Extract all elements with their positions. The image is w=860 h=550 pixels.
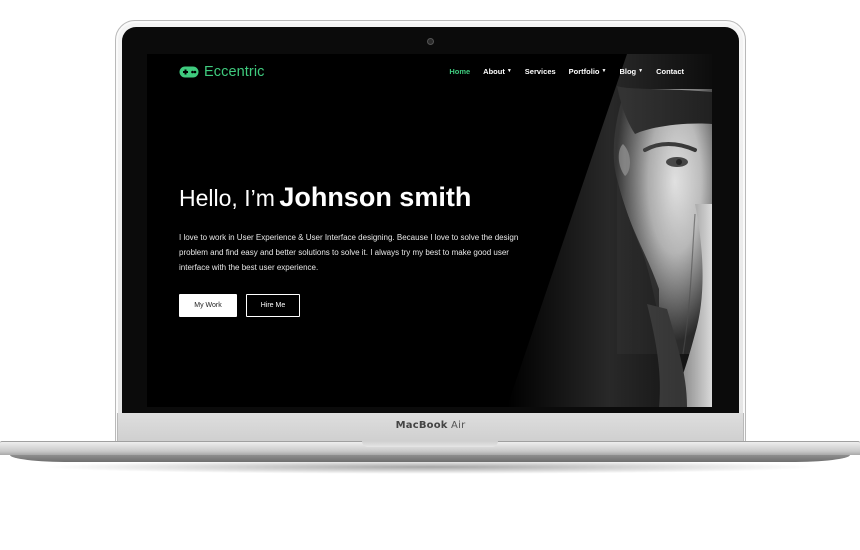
- nav-label: Contact: [656, 67, 684, 76]
- caret-down-icon: ▼: [638, 68, 644, 74]
- hire-me-button[interactable]: Hire Me: [246, 294, 300, 317]
- nav-item-contact[interactable]: Contact: [656, 67, 684, 76]
- nav-label: Blog: [619, 67, 637, 76]
- nav-item-portfolio[interactable]: Portfolio ▼: [569, 67, 607, 76]
- navbar: Eccentric Home About ▼ Services Portfoli…: [147, 54, 712, 90]
- nav-item-blog[interactable]: Blog ▼: [619, 67, 643, 76]
- device-brand: MacBook: [395, 420, 448, 431]
- my-work-button-label: My Work: [194, 302, 222, 309]
- hero-description: I love to work in User Experience & User…: [179, 233, 519, 272]
- laptop-chin: MacBook Air: [117, 413, 744, 442]
- nav-label: Home: [449, 67, 471, 76]
- nav-label: Portfolio: [568, 67, 600, 76]
- nav-item-about[interactable]: About ▼: [483, 67, 512, 76]
- nav-item-services[interactable]: Services: [525, 67, 556, 76]
- site-logo[interactable]: Eccentric: [179, 63, 265, 81]
- hero-title: Hello, I’m Johnson smith: [179, 182, 471, 213]
- nav-label: About: [483, 67, 505, 76]
- logo-text: Eccentric: [204, 64, 265, 80]
- camera-icon: [427, 38, 434, 45]
- hire-me-button-label: Hire Me: [260, 302, 286, 309]
- device-model: Air: [451, 420, 466, 431]
- nav-label: Services: [524, 67, 556, 76]
- hero-greeting: Hello, I’m: [179, 185, 275, 211]
- website-screen: Eccentric Home About ▼ Services Portfoli…: [147, 54, 712, 407]
- main-nav: Home About ▼ Services Portfolio ▼ Blog ▼…: [449, 67, 684, 76]
- laptop-base-bottom: [10, 455, 850, 462]
- caret-down-icon: ▼: [506, 68, 512, 74]
- laptop-hinge-notch: [362, 441, 498, 447]
- nav-item-home[interactable]: Home: [449, 67, 470, 76]
- laptop-shadow: [40, 460, 820, 474]
- hero-name: Johnson smith: [279, 182, 472, 212]
- device-label: MacBook Air: [118, 420, 743, 431]
- caret-down-icon: ▼: [601, 68, 607, 74]
- gamepad-icon: [179, 66, 199, 78]
- my-work-button[interactable]: My Work: [179, 294, 237, 317]
